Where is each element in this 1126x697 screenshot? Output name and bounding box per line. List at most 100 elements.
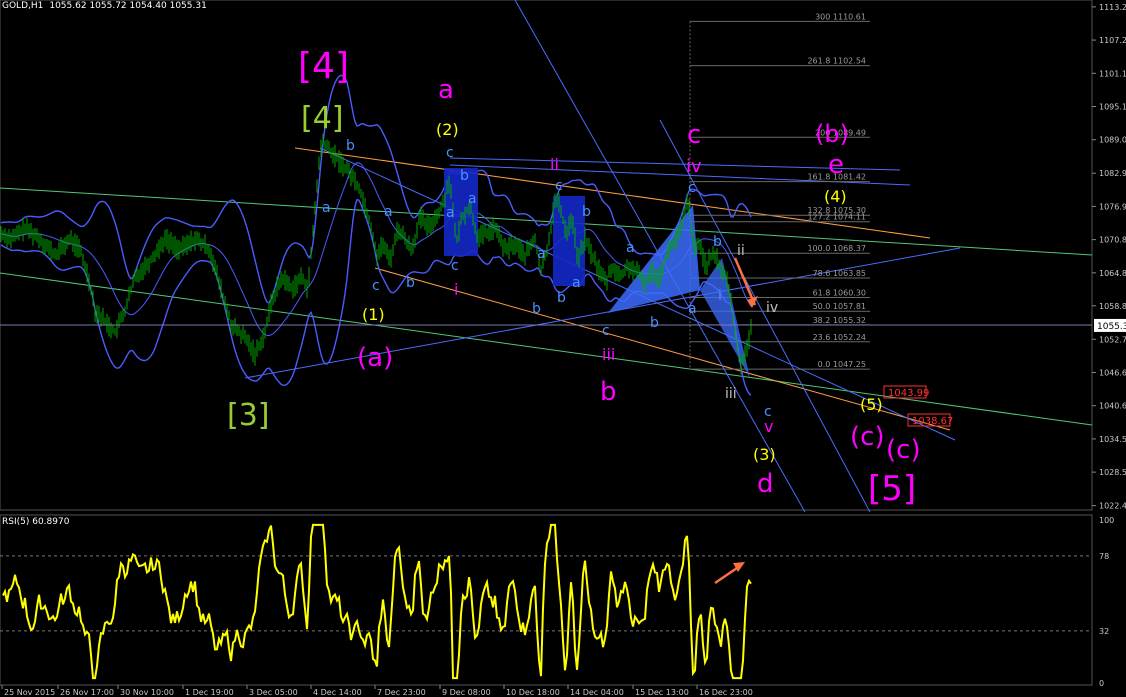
fib-label: 38.2 1055.32 bbox=[813, 316, 866, 325]
wave-label: a bbox=[626, 240, 635, 256]
wave-label: b bbox=[406, 275, 415, 291]
main-plot-frame bbox=[0, 0, 1093, 511]
fib-label: 100.0 1068.37 bbox=[807, 244, 866, 253]
wave-label: a bbox=[537, 246, 546, 262]
price-tick-label: 1076.90 bbox=[1099, 202, 1126, 211]
wave-label: c bbox=[602, 323, 610, 339]
wave-label: a bbox=[468, 191, 477, 207]
fib-label: 50.0 1057.81 bbox=[813, 302, 866, 311]
price-tick-label: 1064.80 bbox=[1099, 269, 1126, 278]
wave-label: iii bbox=[602, 345, 615, 364]
fib-label: 78.6 1063.85 bbox=[813, 269, 866, 278]
wave-label: b bbox=[460, 168, 469, 184]
wave-label: c bbox=[764, 404, 772, 420]
wave-label: b bbox=[650, 315, 659, 331]
price-tick-label: 1058.80 bbox=[1099, 302, 1126, 311]
wave-label: e bbox=[828, 150, 844, 180]
fib-label: 61.8 1060.30 bbox=[813, 289, 866, 298]
time-tick-label: 3 Dec 05:00 bbox=[249, 688, 298, 697]
pattern-box-2[interactable] bbox=[553, 196, 585, 286]
wave-label: (a) bbox=[357, 343, 393, 373]
price-tick-label: 1052.70 bbox=[1099, 335, 1126, 344]
wave-label: (1) bbox=[362, 305, 385, 324]
wave-label: i bbox=[454, 280, 458, 299]
wave-label: [5] bbox=[868, 469, 916, 509]
wave-label: (3) bbox=[753, 445, 776, 464]
fib-label: 0.0 1047.25 bbox=[818, 360, 866, 369]
price-tick-label: 1028.50 bbox=[1099, 468, 1126, 477]
wave-label: b bbox=[346, 138, 355, 154]
wave-label: (b) bbox=[815, 120, 849, 148]
wave-label: (5) bbox=[860, 395, 883, 414]
wave-label: c bbox=[446, 145, 454, 161]
rsi-plot-frame bbox=[0, 514, 1093, 686]
price-axis: 1113.25 1107.20 1101.15 1095.10 1089.05 1082.… bbox=[1092, 3, 1126, 511]
price-tag: 1043.99 bbox=[888, 388, 929, 399]
time-axis: 25 Nov 2015 26 Nov 17:00 30 Nov 10:00 1 Dec… bbox=[1, 685, 753, 697]
wave-label: a bbox=[438, 75, 454, 105]
wave-label: c bbox=[688, 180, 696, 196]
current-price-label: 1055.31 bbox=[1097, 322, 1126, 332]
rsi-label: RSI(5) 60.8970 bbox=[2, 517, 70, 527]
wave-label: ii bbox=[737, 243, 745, 259]
price-tick-label: 1034.55 bbox=[1099, 435, 1126, 444]
time-tick-label: 30 Nov 10:00 bbox=[120, 688, 174, 697]
price-tick-label: 1095.10 bbox=[1099, 103, 1126, 112]
price-tick-label: 1022.40 bbox=[1099, 502, 1126, 511]
fib-label: 127.2 1074.11 bbox=[807, 213, 866, 222]
rsi-level-label: 32 bbox=[1099, 627, 1109, 636]
price-tick-label: 1070.85 bbox=[1099, 236, 1126, 245]
wave-label: c bbox=[372, 278, 380, 294]
rsi-level-label: 78 bbox=[1099, 552, 1109, 561]
price-tag: 1038.67 bbox=[912, 416, 953, 427]
wave-label: [3] bbox=[227, 398, 270, 433]
rsi-level-label: 0 bbox=[1099, 679, 1104, 688]
time-tick-label: 16 Dec 23:00 bbox=[699, 688, 753, 697]
wave-label: c bbox=[555, 178, 563, 194]
wave-label: b bbox=[582, 204, 591, 220]
time-tick-label: 25 Nov 2015 bbox=[4, 688, 55, 697]
wave-label: b bbox=[600, 377, 617, 407]
symbol-label: GOLD,H1 1055.62 1055.72 1054.40 1055.31 bbox=[2, 1, 207, 11]
chart-canvas[interactable]: 300 1110.61261.8 1102.54200 1089.49161.8… bbox=[0, 0, 1126, 697]
price-tick-label: 1107.20 bbox=[1099, 36, 1126, 45]
time-tick-label: 1 Dec 19:00 bbox=[185, 688, 234, 697]
wave-label: a bbox=[446, 205, 455, 221]
price-tick-label: 1089.05 bbox=[1099, 136, 1126, 145]
price-tick-label: 1046.65 bbox=[1099, 368, 1126, 377]
wave-label: iii bbox=[725, 386, 737, 402]
wave-label: a bbox=[322, 200, 331, 216]
wave-label: c bbox=[687, 120, 701, 150]
wave-label: a bbox=[688, 301, 697, 317]
wave-label: ii bbox=[550, 155, 559, 174]
time-tick-label: 26 Nov 17:00 bbox=[60, 688, 114, 697]
time-tick-label: 4 Dec 14:00 bbox=[313, 688, 362, 697]
price-tick-label: 1040.60 bbox=[1099, 402, 1126, 411]
wave-label: b bbox=[557, 290, 566, 306]
fib-label: 23.6 1052.24 bbox=[813, 333, 866, 342]
time-tick-label: 10 Dec 18:00 bbox=[506, 688, 560, 697]
wave-label: (2) bbox=[436, 120, 459, 139]
rsi-level-label: 100 bbox=[1099, 516, 1114, 525]
wave-label: [4] bbox=[298, 46, 349, 87]
wave-label: b bbox=[532, 301, 541, 317]
wave-label: iv bbox=[686, 156, 702, 177]
time-tick-label: 14 Dec 04:00 bbox=[570, 688, 624, 697]
wave-label: (4) bbox=[824, 187, 847, 206]
price-tick-label: 1101.15 bbox=[1099, 69, 1126, 78]
wave-label: (c) bbox=[886, 435, 921, 465]
wave-label: [4] bbox=[301, 101, 344, 136]
wave-label: i bbox=[718, 288, 722, 304]
wave-label: c bbox=[451, 258, 459, 274]
wave-label: (c) bbox=[850, 422, 885, 452]
time-tick-label: 7 Dec 23:00 bbox=[377, 688, 426, 697]
fib-label: 300 1110.61 bbox=[815, 12, 866, 21]
price-tick-label: 1113.25 bbox=[1099, 3, 1126, 12]
wave-label: a bbox=[384, 204, 393, 220]
wave-label: iv bbox=[766, 300, 778, 316]
wave-label: a bbox=[572, 275, 581, 291]
fib-label: 261.8 1102.54 bbox=[807, 57, 866, 66]
time-tick-label: 9 Dec 08:00 bbox=[442, 688, 491, 697]
wave-label: b bbox=[713, 234, 722, 250]
wave-label: d bbox=[757, 469, 774, 499]
